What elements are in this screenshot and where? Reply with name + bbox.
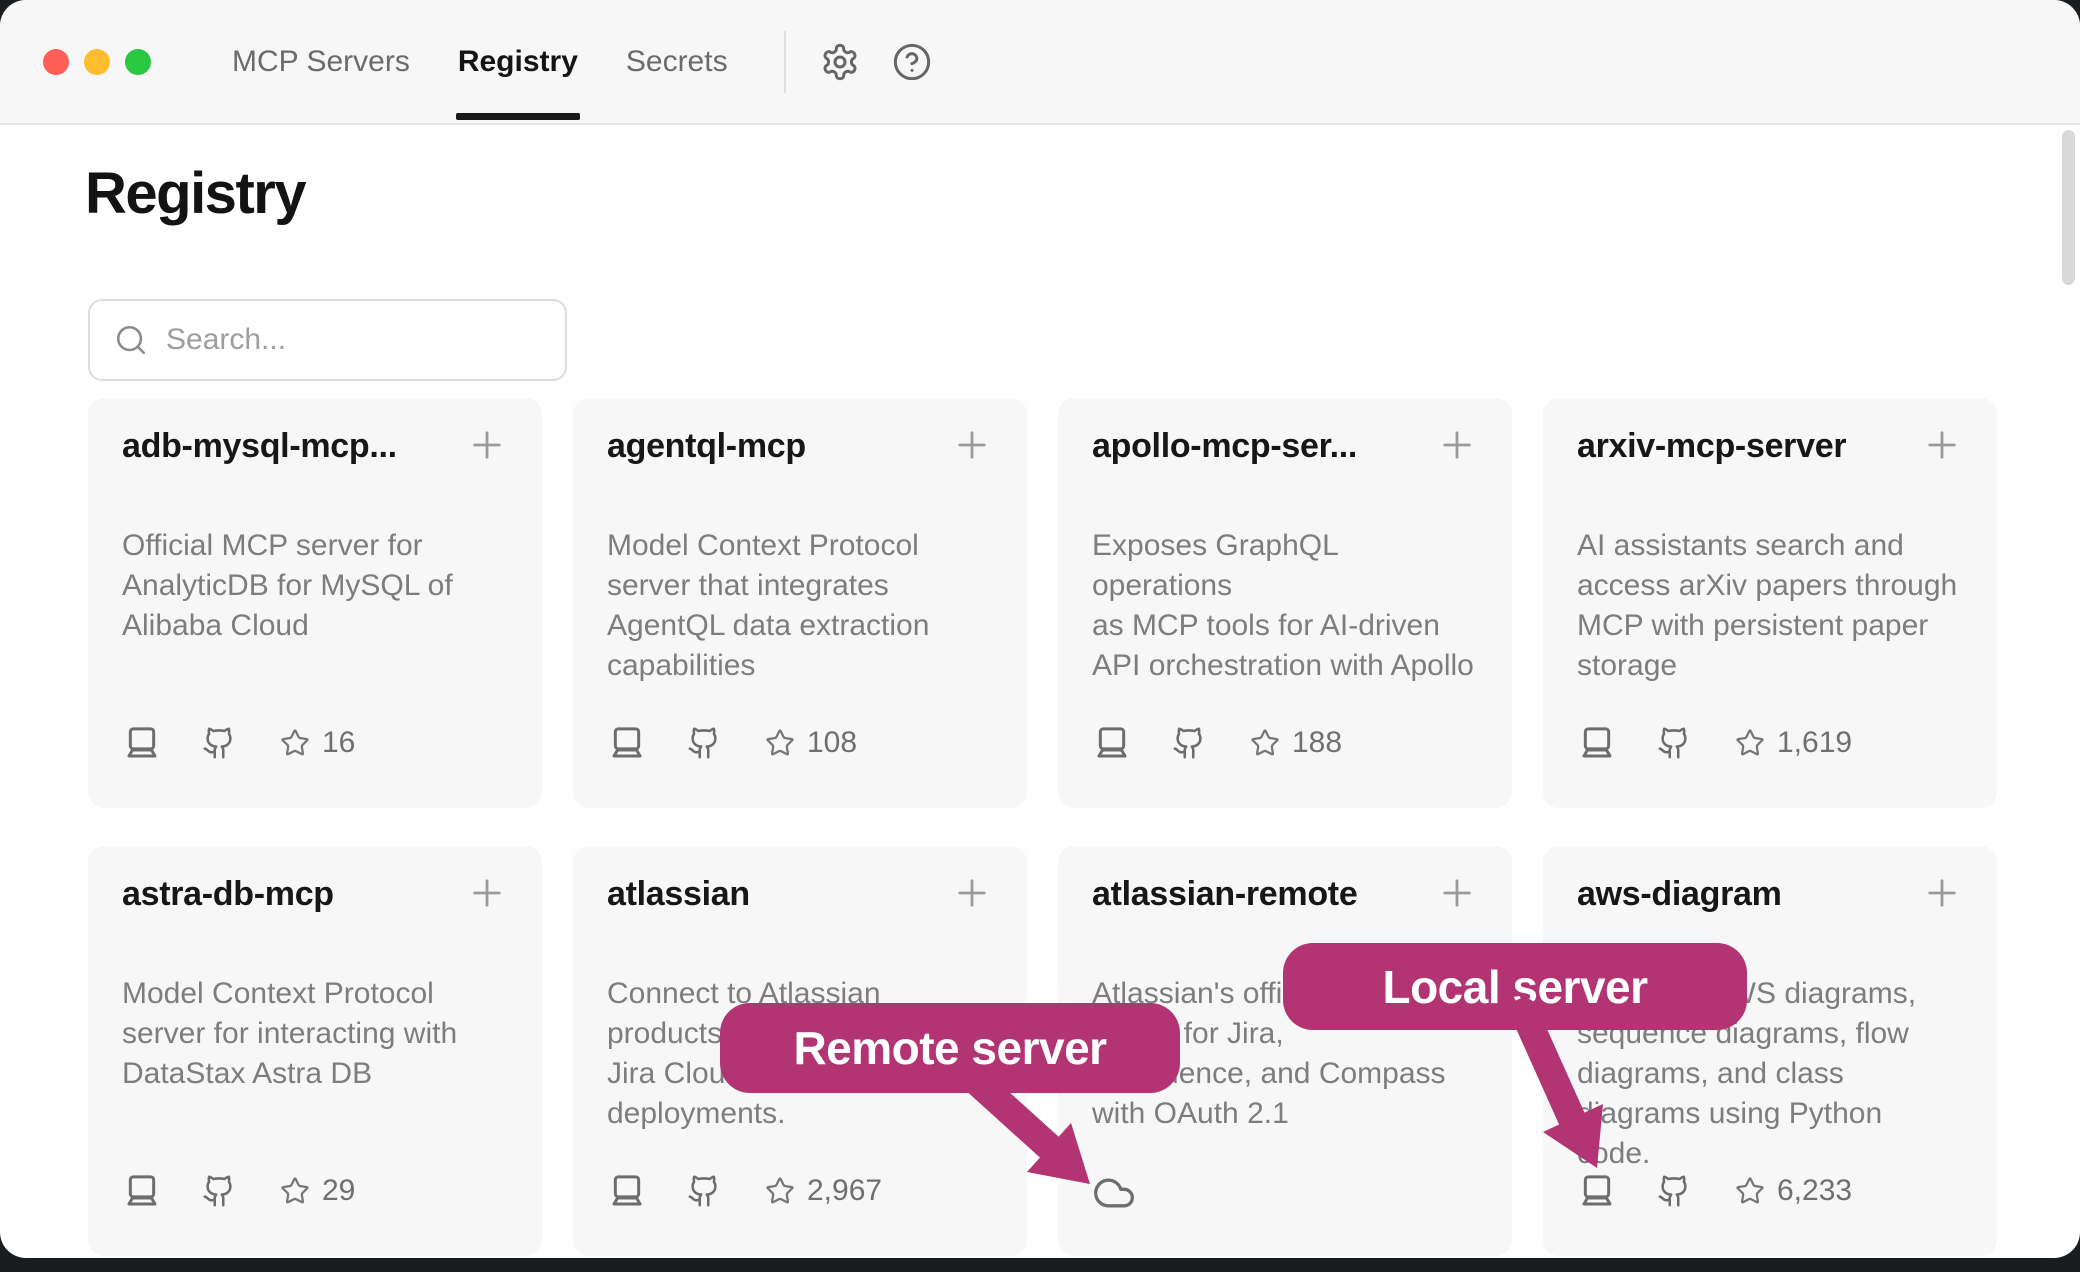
add-server-button[interactable] <box>1436 424 1478 466</box>
main-tabs: MCP Servers Registry Secrets <box>232 0 728 123</box>
server-name: agentql-mcp <box>607 424 806 468</box>
help-button[interactable] <box>892 42 932 82</box>
star-icon <box>765 728 795 758</box>
laptop-icon <box>607 1171 647 1211</box>
server-meta: 188 <box>1092 723 1342 763</box>
scrollbar-thumb[interactable] <box>2062 130 2075 285</box>
server-name: astra-db-mcp <box>122 872 334 916</box>
server-meta: 108 <box>607 723 857 763</box>
server-name: apollo-mcp-ser... <box>1092 424 1357 468</box>
zoom-button[interactable] <box>125 49 151 75</box>
server-card-aws-diagram[interactable]: aws-diagram Generate AWS diagrams, seque… <box>1543 846 1997 1256</box>
github-icon <box>202 1174 236 1208</box>
local-server-callout: Local server <box>1283 943 1747 1030</box>
search-box <box>88 299 567 381</box>
help-icon <box>892 42 932 82</box>
star-count: 2,967 <box>807 1174 882 1208</box>
window-controls <box>43 0 151 123</box>
server-meta: 6,233 <box>1577 1171 1852 1211</box>
laptop-icon <box>122 723 162 763</box>
server-name: aws-diagram <box>1577 872 1782 916</box>
server-card-apollo-mcp-server[interactable]: apollo-mcp-ser... Exposes GraphQL operat… <box>1058 398 1512 808</box>
star-count: 108 <box>807 726 857 760</box>
add-server-button[interactable] <box>951 872 993 914</box>
server-card-grid: adb-mysql-mcp... Official MCP server for… <box>88 398 1997 1256</box>
laptop-icon <box>607 723 647 763</box>
star-icon <box>1250 728 1280 758</box>
server-card-agentql-mcp[interactable]: agentql-mcp Model Context Protocol serve… <box>573 398 1027 808</box>
server-meta: 29 <box>122 1171 355 1211</box>
laptop-icon <box>1092 723 1132 763</box>
star-icon <box>1735 1176 1765 1206</box>
plus-icon <box>466 872 508 914</box>
laptop-icon <box>1577 1171 1617 1211</box>
add-server-button[interactable] <box>1921 424 1963 466</box>
plus-icon <box>1436 872 1478 914</box>
server-card-adb-mysql-mcp[interactable]: adb-mysql-mcp... Official MCP server for… <box>88 398 542 808</box>
server-card-arxiv-mcp-server[interactable]: arxiv-mcp-server AI assistants search an… <box>1543 398 1997 808</box>
star-count: 188 <box>1292 726 1342 760</box>
server-name: arxiv-mcp-server <box>1577 424 1846 468</box>
server-card-astra-db-mcp[interactable]: astra-db-mcp Model Context Protocol serv… <box>88 846 542 1256</box>
search-icon <box>114 323 148 357</box>
close-button[interactable] <box>43 49 69 75</box>
star-icon <box>765 1176 795 1206</box>
search-input[interactable] <box>164 322 554 358</box>
github-icon <box>1657 726 1691 760</box>
add-server-button[interactable] <box>466 872 508 914</box>
add-server-button[interactable] <box>466 424 508 466</box>
server-description: Official MCP server for AnalyticDB for M… <box>122 526 508 646</box>
server-description: AI assistants search and access arXiv pa… <box>1577 526 1963 686</box>
plus-icon <box>1436 424 1478 466</box>
server-meta: 16 <box>122 723 355 763</box>
cloud-icon <box>1092 1171 1136 1215</box>
plus-icon <box>951 872 993 914</box>
tab-registry-label: Registry <box>458 45 578 79</box>
star-icon <box>280 728 310 758</box>
add-server-button[interactable] <box>951 424 993 466</box>
plus-icon <box>1921 872 1963 914</box>
add-server-button[interactable] <box>1921 872 1963 914</box>
github-icon <box>1657 1174 1691 1208</box>
server-name: atlassian-remote <box>1092 872 1357 916</box>
laptop-icon <box>122 1171 162 1211</box>
star-count: 6,233 <box>1777 1174 1852 1208</box>
page-title: Registry <box>85 160 305 227</box>
remote-server-callout: Remote server <box>720 1003 1180 1093</box>
settings-button[interactable] <box>820 42 860 82</box>
star-icon <box>1735 728 1765 758</box>
active-tab-indicator <box>456 113 580 120</box>
server-description: Model Context Protocol server that integ… <box>607 526 993 686</box>
server-description: Exposes GraphQL operations as MCP tools … <box>1092 526 1478 686</box>
server-meta: 2,967 <box>607 1171 882 1211</box>
server-name: adb-mysql-mcp... <box>122 424 397 468</box>
server-meta: 1,619 <box>1577 723 1852 763</box>
plus-icon <box>951 424 993 466</box>
star-count: 29 <box>322 1174 355 1208</box>
github-icon <box>202 726 236 760</box>
github-icon <box>1172 726 1206 760</box>
star-count: 1,619 <box>1777 726 1852 760</box>
titlebar: MCP Servers Registry Secrets <box>0 0 2080 125</box>
server-name: atlassian <box>607 872 750 916</box>
star-count: 16 <box>322 726 355 760</box>
add-server-button[interactable] <box>1436 872 1478 914</box>
laptop-icon <box>1577 723 1617 763</box>
tab-registry[interactable]: Registry <box>458 0 578 123</box>
tab-mcp-servers[interactable]: MCP Servers <box>232 0 410 123</box>
plus-icon <box>466 424 508 466</box>
star-icon <box>280 1176 310 1206</box>
github-icon <box>687 726 721 760</box>
gear-icon <box>820 42 860 82</box>
titlebar-divider <box>784 31 786 93</box>
server-meta <box>1092 1171 1136 1215</box>
server-description: Model Context Protocol server for intera… <box>122 974 508 1094</box>
plus-icon <box>1921 424 1963 466</box>
app-window: MCP Servers Registry Secrets Registry ad… <box>0 0 2080 1258</box>
tab-secrets[interactable]: Secrets <box>626 0 728 123</box>
minimize-button[interactable] <box>84 49 110 75</box>
github-icon <box>687 1174 721 1208</box>
